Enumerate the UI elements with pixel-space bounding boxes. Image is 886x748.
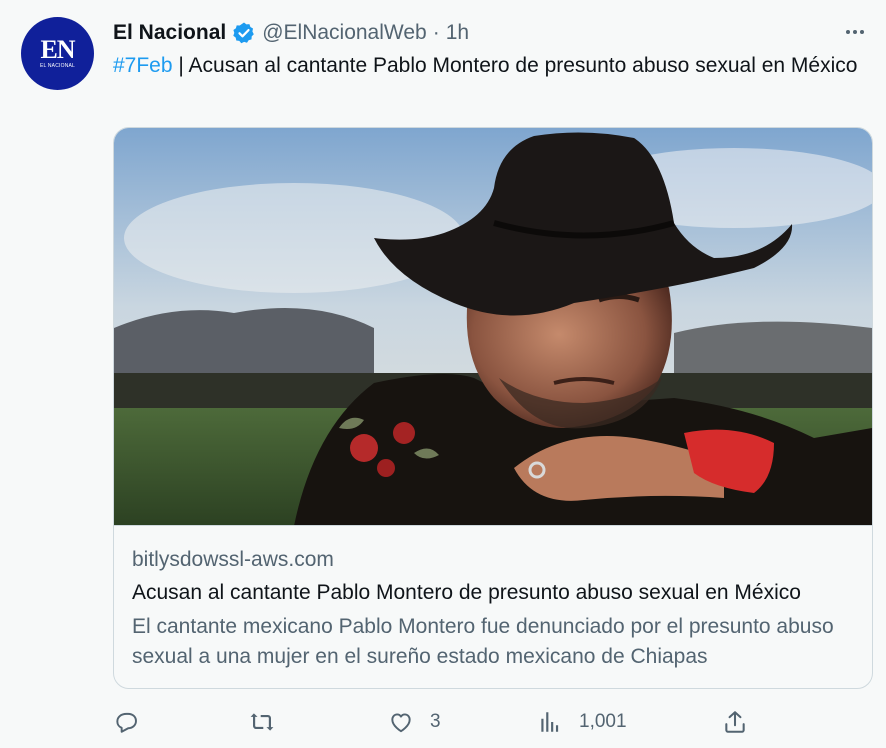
share-button[interactable]: [722, 706, 748, 738]
hashtag-link[interactable]: #7Feb: [113, 54, 173, 77]
avatar-logo-subtext: EL NACIONAL: [39, 63, 76, 69]
author-handle[interactable]: @ElNacionalWeb: [262, 21, 427, 45]
action-bar: 3 1,001: [113, 706, 763, 738]
card-description: El cantante mexicano Pablo Montero fue d…: [132, 615, 834, 668]
retweet-button[interactable]: [249, 706, 291, 738]
author-name[interactable]: El Nacional: [113, 21, 226, 45]
verified-badge-icon[interactable]: [232, 21, 256, 45]
avatar-logo-text: EN: [40, 35, 75, 64]
link-card[interactable]: bitlysdowssl-aws.com Acusan al cantante …: [113, 127, 873, 689]
views-icon: [537, 709, 563, 735]
heart-icon: [388, 709, 414, 735]
card-meta: bitlysdowssl-aws.com Acusan al cantante …: [132, 546, 857, 672]
like-button[interactable]: 3: [388, 706, 441, 738]
like-count: 3: [430, 711, 441, 732]
more-options-icon[interactable]: [841, 18, 869, 46]
views-count: 1,001: [579, 711, 627, 732]
tweet-time[interactable]: 1h: [446, 21, 469, 45]
card-title: Acusan al cantante Pablo Montero de pres…: [132, 581, 801, 604]
views-button[interactable]: 1,001: [537, 706, 627, 738]
retweet-icon: [249, 709, 275, 735]
share-icon: [722, 709, 748, 735]
tweet-body: | Acusan al cantante Pablo Montero de pr…: [172, 54, 858, 77]
tweet[interactable]: EN EL NACIONAL El Nacional @ElNacionalWe…: [0, 0, 886, 748]
tweet-header: El Nacional @ElNacionalWeb · 1h: [113, 19, 469, 47]
reply-icon: [113, 709, 139, 735]
avatar[interactable]: EN EL NACIONAL: [21, 17, 94, 90]
tweet-text: #7Feb | Acusan al cantante Pablo Montero…: [113, 51, 858, 80]
separator-dot: ·: [432, 21, 440, 44]
card-image[interactable]: [114, 128, 872, 526]
card-domain: bitlysdowssl-aws.com: [132, 548, 334, 571]
reply-button[interactable]: [113, 706, 155, 738]
